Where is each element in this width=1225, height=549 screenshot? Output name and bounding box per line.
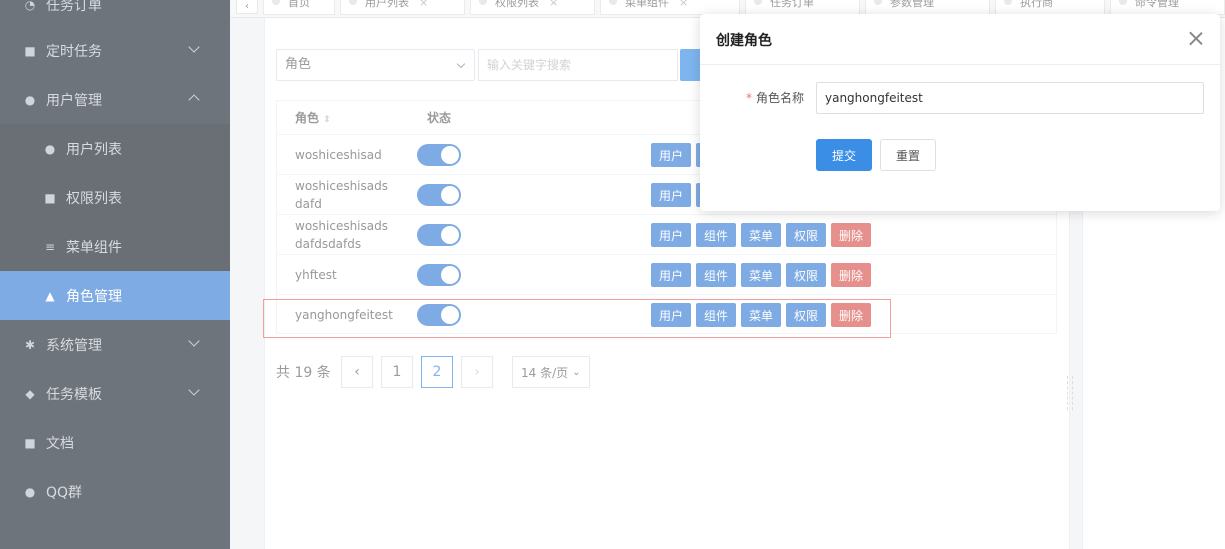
dialog-header: 创建角色 xyxy=(700,14,1220,65)
role-name-input[interactable] xyxy=(816,82,1204,114)
role-name-label: * 角色名称 xyxy=(746,91,805,105)
submit-button[interactable]: 提交 xyxy=(816,139,872,171)
dialog-title: 创建角色 xyxy=(716,33,772,49)
create-role-dialog: 创建角色 *角色名称 提交 重置 xyxy=(700,14,1220,211)
required-mark: * xyxy=(746,91,752,105)
close-icon[interactable] xyxy=(1188,30,1204,46)
reset-button[interactable]: 重置 xyxy=(880,139,936,171)
